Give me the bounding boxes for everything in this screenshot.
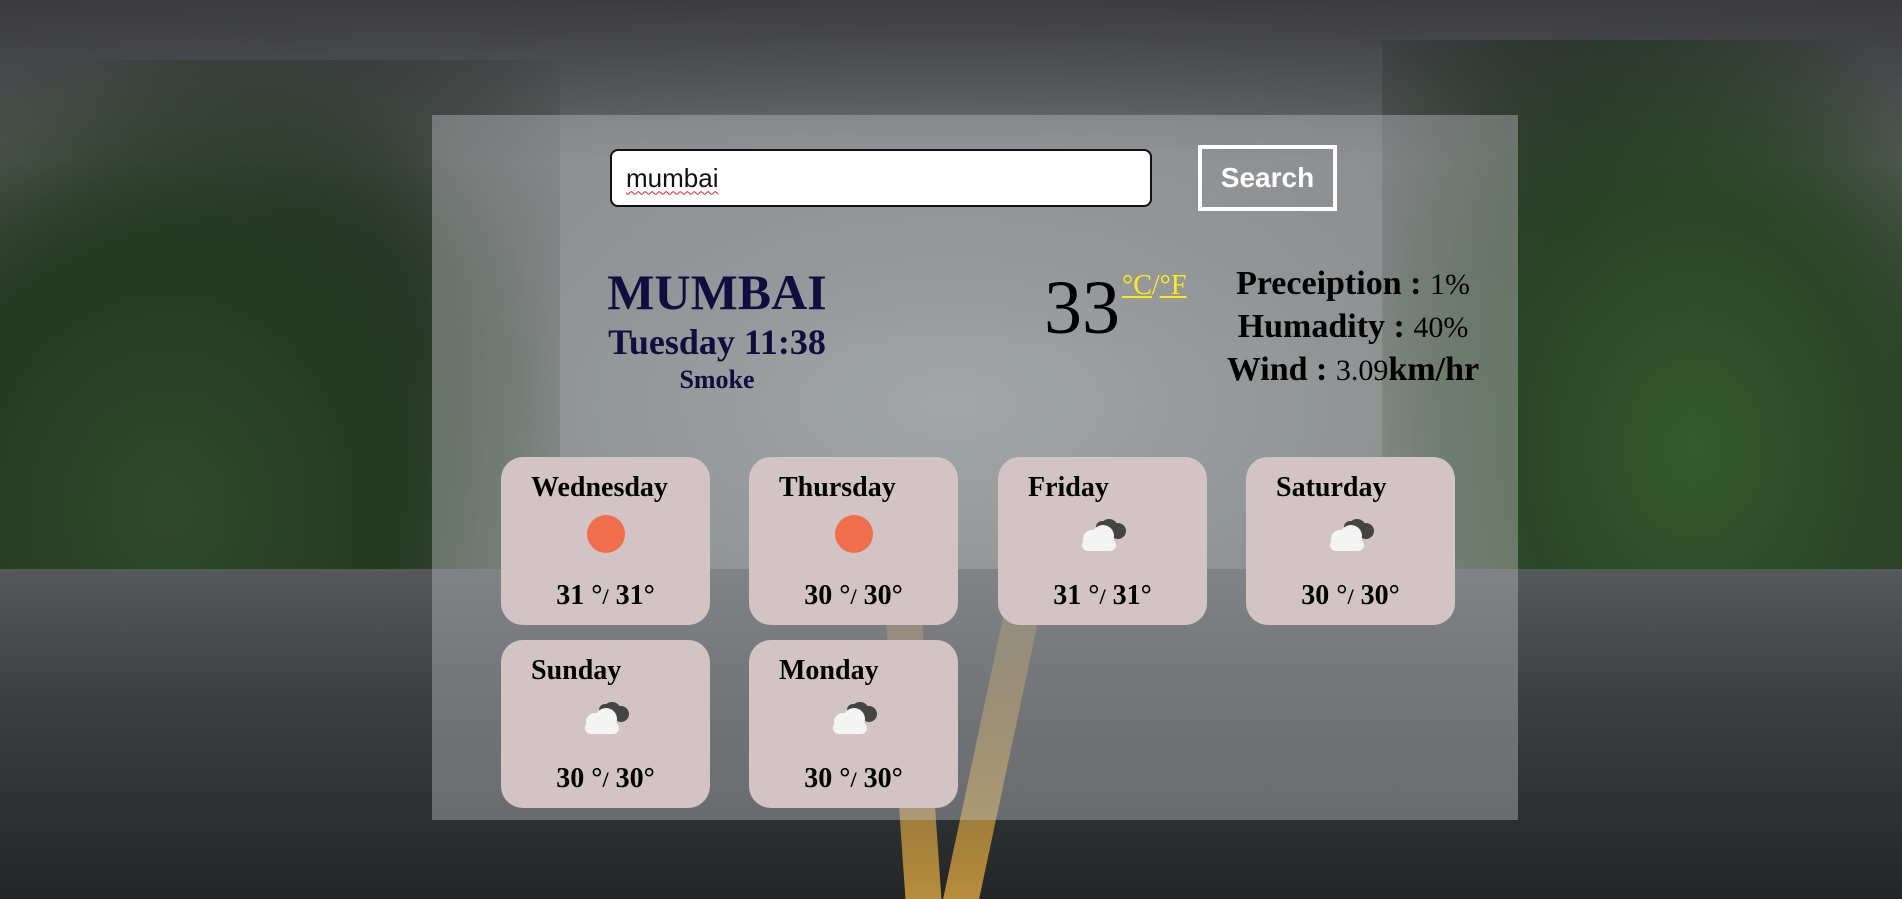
sun-icon: [586, 515, 625, 553]
precipitation-label: Preceiption :: [1236, 265, 1430, 302]
humidity-row: Humadity : 40%: [1218, 306, 1488, 349]
celsius-link[interactable]: °C: [1122, 270, 1152, 301]
wind-label: Wind :: [1226, 351, 1336, 388]
sun-icon: [834, 515, 873, 553]
humidity-label: Humadity :: [1237, 308, 1414, 345]
cloud-icon: [584, 702, 629, 734]
forecast-card: Sunday 30 °/ 30°: [501, 640, 710, 808]
forecast-day: Saturday: [1276, 472, 1387, 503]
forecast-range: 30 °/ 30°: [804, 580, 903, 611]
current-location: MUMBAI Tuesday 11:38 Smoke: [572, 263, 862, 397]
wind-unit: km/hr: [1388, 351, 1480, 388]
search-input[interactable]: mumbai: [610, 149, 1152, 207]
cloud-icon: [832, 702, 877, 734]
forecast-card: Saturday 30 °/ 30°: [1246, 457, 1455, 625]
wind-row: Wind : 3.09km/hr: [1218, 349, 1488, 392]
search-input-value: mumbai: [626, 162, 719, 193]
forecast-card: Thursday 30 °/ 30°: [749, 457, 958, 625]
unit-toggle: °C/°F: [1122, 269, 1186, 303]
forecast-range: 31 °/ 31°: [556, 580, 655, 611]
fahrenheit-link[interactable]: °F: [1160, 270, 1187, 301]
current-temperature: 33 °C/°F: [1044, 267, 1186, 349]
precipitation-row: Preceiption : 1%: [1218, 263, 1488, 306]
humidity-value: 40%: [1413, 311, 1469, 344]
weather-stats: Preceiption : 1% Humadity : 40% Wind : 3…: [1218, 263, 1488, 392]
weather-description: Smoke: [679, 365, 755, 394]
forecast-day: Wednesday: [531, 472, 668, 503]
forecast-card: Monday 30 °/ 30°: [749, 640, 958, 808]
temperature-value: 33: [1044, 266, 1120, 350]
cloud-icon: [1329, 519, 1374, 551]
cloud-icon: [1081, 519, 1126, 551]
forecast-day: Monday: [779, 655, 879, 686]
forecast-card: Wednesday 31 °/ 31°: [501, 457, 710, 625]
forecast-day: Sunday: [531, 655, 622, 686]
unit-separator: /: [1151, 270, 1160, 301]
search-button[interactable]: Search: [1198, 145, 1337, 211]
forecast-card: Friday 31 °/ 31°: [998, 457, 1207, 625]
forecast-range: 30 °/ 30°: [804, 763, 903, 794]
forecast-day: Thursday: [779, 472, 896, 503]
forecast-range: 30 °/ 30°: [556, 763, 655, 794]
forecast-day: Friday: [1028, 472, 1109, 503]
precipitation-value: 1%: [1429, 268, 1470, 301]
wind-value: 3.09: [1335, 354, 1389, 387]
city-name: MUMBAI: [607, 264, 827, 320]
forecast-range: 30 °/ 30°: [1301, 580, 1400, 611]
current-datetime: Tuesday 11:38: [608, 322, 826, 362]
forecast-range: 31 °/ 31°: [1053, 580, 1152, 611]
weather-panel: mumbai Search MUMBAI Tuesday 11:38 Smoke…: [432, 115, 1518, 820]
